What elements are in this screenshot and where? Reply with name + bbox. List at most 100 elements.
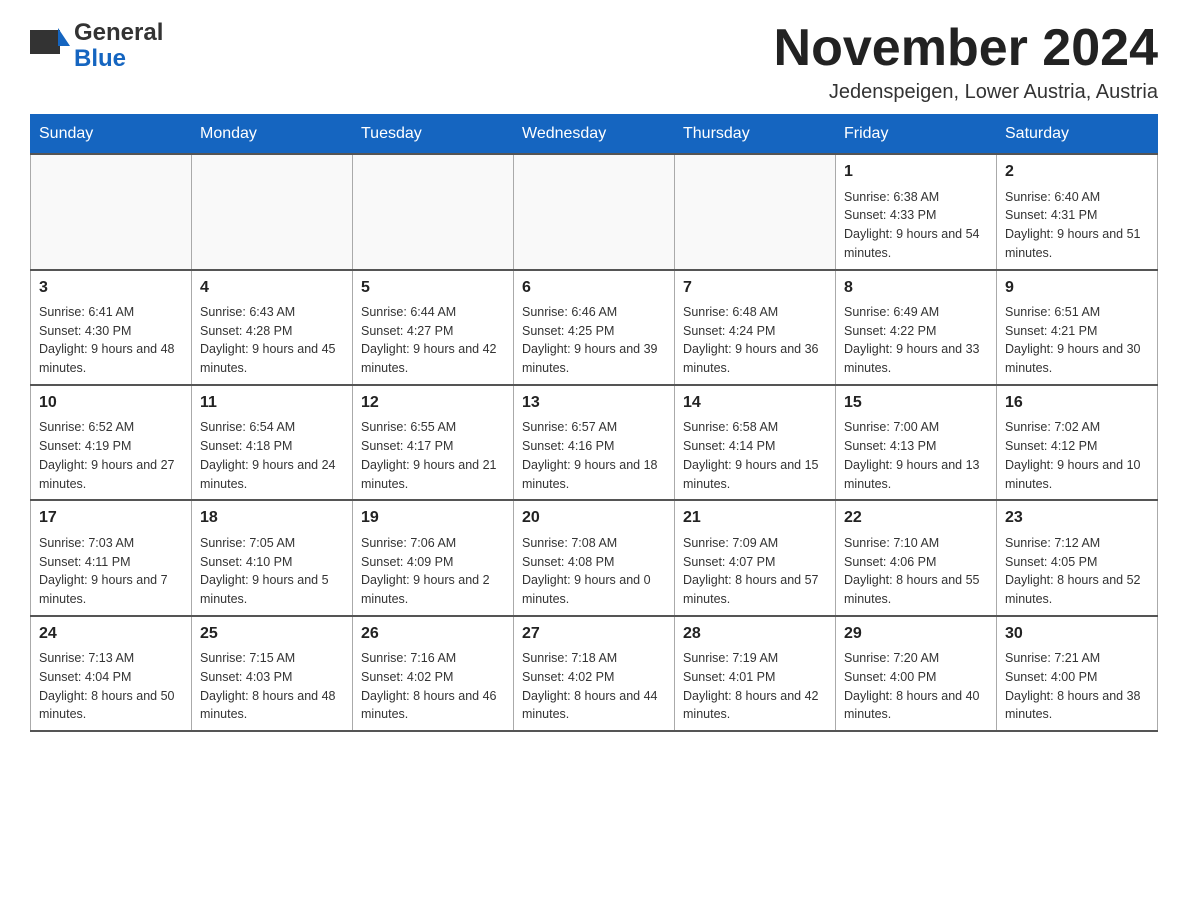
day-number: 19 (361, 507, 505, 529)
logo-general-text: General (74, 20, 163, 46)
day-info: Sunrise: 7:12 AM Sunset: 4:05 PM Dayligh… (1005, 534, 1149, 609)
calendar-cell: 5 Sunrise: 6:44 AM Sunset: 4:27 PM Daylig… (353, 270, 514, 385)
day-number: 5 (361, 277, 505, 299)
day-info: Sunrise: 7:10 AM Sunset: 4:06 PM Dayligh… (844, 534, 988, 609)
calendar-cell: 2 Sunrise: 6:40 AM Sunset: 4:31 PM Daylig… (997, 154, 1158, 269)
day-number: 8 (844, 277, 988, 299)
day-info: Sunrise: 7:19 AM Sunset: 4:01 PM Dayligh… (683, 649, 827, 724)
day-info: Sunrise: 7:18 AM Sunset: 4:02 PM Dayligh… (522, 649, 666, 724)
week-row-4: 17 Sunrise: 7:03 AM Sunset: 4:11 PM Dayli… (31, 500, 1158, 615)
calendar-cell (192, 154, 353, 269)
calendar-cell: 19 Sunrise: 7:06 AM Sunset: 4:09 PM Dayli… (353, 500, 514, 615)
day-number: 15 (844, 392, 988, 414)
weekday-header-thursday: Thursday (675, 115, 836, 155)
day-number: 6 (522, 277, 666, 299)
day-number: 17 (39, 507, 183, 529)
day-info: Sunrise: 6:38 AM Sunset: 4:33 PM Dayligh… (844, 188, 988, 263)
day-info: Sunrise: 6:54 AM Sunset: 4:18 PM Dayligh… (200, 418, 344, 493)
day-number: 14 (683, 392, 827, 414)
day-info: Sunrise: 6:51 AM Sunset: 4:21 PM Dayligh… (1005, 303, 1149, 378)
calendar-cell: 30 Sunrise: 7:21 AM Sunset: 4:00 PM Dayli… (997, 616, 1158, 731)
day-number: 23 (1005, 507, 1149, 529)
day-info: Sunrise: 7:13 AM Sunset: 4:04 PM Dayligh… (39, 649, 183, 724)
calendar-cell: 23 Sunrise: 7:12 AM Sunset: 4:05 PM Dayli… (997, 500, 1158, 615)
day-info: Sunrise: 7:09 AM Sunset: 4:07 PM Dayligh… (683, 534, 827, 609)
calendar-cell: 20 Sunrise: 7:08 AM Sunset: 4:08 PM Dayli… (514, 500, 675, 615)
day-info: Sunrise: 7:15 AM Sunset: 4:03 PM Dayligh… (200, 649, 344, 724)
day-number: 20 (522, 507, 666, 529)
weekday-header-friday: Friday (836, 115, 997, 155)
day-number: 3 (39, 277, 183, 299)
day-number: 9 (1005, 277, 1149, 299)
calendar-cell: 16 Sunrise: 7:02 AM Sunset: 4:12 PM Dayli… (997, 385, 1158, 500)
month-title: November 2024 (774, 20, 1158, 77)
day-info: Sunrise: 6:44 AM Sunset: 4:27 PM Dayligh… (361, 303, 505, 378)
day-number: 18 (200, 507, 344, 529)
calendar-cell: 29 Sunrise: 7:20 AM Sunset: 4:00 PM Dayli… (836, 616, 997, 731)
day-info: Sunrise: 6:55 AM Sunset: 4:17 PM Dayligh… (361, 418, 505, 493)
day-number: 22 (844, 507, 988, 529)
calendar-cell: 25 Sunrise: 7:15 AM Sunset: 4:03 PM Dayli… (192, 616, 353, 731)
day-info: Sunrise: 6:46 AM Sunset: 4:25 PM Dayligh… (522, 303, 666, 378)
day-number: 4 (200, 277, 344, 299)
week-row-3: 10 Sunrise: 6:52 AM Sunset: 4:19 PM Dayli… (31, 385, 1158, 500)
weekday-header-monday: Monday (192, 115, 353, 155)
calendar-cell: 27 Sunrise: 7:18 AM Sunset: 4:02 PM Dayli… (514, 616, 675, 731)
calendar-cell: 3 Sunrise: 6:41 AM Sunset: 4:30 PM Daylig… (31, 270, 192, 385)
calendar-cell: 24Sunrise: 7:13 AM Sunset: 4:04 PM Dayli… (31, 616, 192, 731)
day-info: Sunrise: 7:03 AM Sunset: 4:11 PM Dayligh… (39, 534, 183, 609)
day-info: Sunrise: 6:52 AM Sunset: 4:19 PM Dayligh… (39, 418, 183, 493)
day-number: 29 (844, 623, 988, 645)
day-info: Sunrise: 7:06 AM Sunset: 4:09 PM Dayligh… (361, 534, 505, 609)
day-number: 1 (844, 161, 988, 183)
day-number: 7 (683, 277, 827, 299)
day-number: 13 (522, 392, 666, 414)
calendar-cell: 15 Sunrise: 7:00 AM Sunset: 4:13 PM Dayli… (836, 385, 997, 500)
day-info: Sunrise: 7:05 AM Sunset: 4:10 PM Dayligh… (200, 534, 344, 609)
calendar-cell: 18 Sunrise: 7:05 AM Sunset: 4:10 PM Dayli… (192, 500, 353, 615)
day-number: 21 (683, 507, 827, 529)
week-row-5: 24Sunrise: 7:13 AM Sunset: 4:04 PM Dayli… (31, 616, 1158, 731)
calendar-cell: 21 Sunrise: 7:09 AM Sunset: 4:07 PM Dayli… (675, 500, 836, 615)
day-info: Sunrise: 6:57 AM Sunset: 4:16 PM Dayligh… (522, 418, 666, 493)
day-number: 2 (1005, 161, 1149, 183)
day-number: 27 (522, 623, 666, 645)
day-number: 16 (1005, 392, 1149, 414)
calendar-cell (675, 154, 836, 269)
calendar-cell: 11 Sunrise: 6:54 AM Sunset: 4:18 PM Dayli… (192, 385, 353, 500)
calendar-cell: 17 Sunrise: 7:03 AM Sunset: 4:11 PM Dayli… (31, 500, 192, 615)
header: General Blue November 2024 Jedenspeigen,… (30, 20, 1158, 104)
calendar-cell: 6 Sunrise: 6:46 AM Sunset: 4:25 PM Daylig… (514, 270, 675, 385)
location-title: Jedenspeigen, Lower Austria, Austria (774, 81, 1158, 104)
calendar-cell: 10 Sunrise: 6:52 AM Sunset: 4:19 PM Dayli… (31, 385, 192, 500)
day-info: Sunrise: 6:41 AM Sunset: 4:30 PM Dayligh… (39, 303, 183, 378)
calendar-cell (514, 154, 675, 269)
day-number: 30 (1005, 623, 1149, 645)
day-number: 28 (683, 623, 827, 645)
day-info: Sunrise: 6:49 AM Sunset: 4:22 PM Dayligh… (844, 303, 988, 378)
day-info: Sunrise: 6:43 AM Sunset: 4:28 PM Dayligh… (200, 303, 344, 378)
logo: General Blue (30, 20, 163, 73)
day-info: Sunrise: 7:20 AM Sunset: 4:00 PM Dayligh… (844, 649, 988, 724)
day-number: 26 (361, 623, 505, 645)
day-info: Sunrise: 7:08 AM Sunset: 4:08 PM Dayligh… (522, 534, 666, 609)
day-info: Sunrise: 7:02 AM Sunset: 4:12 PM Dayligh… (1005, 418, 1149, 493)
day-info: Sunrise: 6:40 AM Sunset: 4:31 PM Dayligh… (1005, 188, 1149, 263)
calendar-cell (31, 154, 192, 269)
day-number: 25 (200, 623, 344, 645)
day-info: Sunrise: 7:16 AM Sunset: 4:02 PM Dayligh… (361, 649, 505, 724)
day-info: Sunrise: 7:21 AM Sunset: 4:00 PM Dayligh… (1005, 649, 1149, 724)
day-number: 11 (200, 392, 344, 414)
day-number: 10 (39, 392, 183, 414)
weekday-header-saturday: Saturday (997, 115, 1158, 155)
calendar-cell: 7Sunrise: 6:48 AM Sunset: 4:24 PM Daylig… (675, 270, 836, 385)
calendar-cell: 13 Sunrise: 6:57 AM Sunset: 4:16 PM Dayli… (514, 385, 675, 500)
calendar-cell: 26 Sunrise: 7:16 AM Sunset: 4:02 PM Dayli… (353, 616, 514, 731)
calendar-cell: 28 Sunrise: 7:19 AM Sunset: 4:01 PM Dayli… (675, 616, 836, 731)
weekday-header-row: SundayMondayTuesdayWednesdayThursdayFrid… (31, 115, 1158, 155)
logo-blue-text: Blue (74, 46, 163, 72)
weekday-header-tuesday: Tuesday (353, 115, 514, 155)
calendar-cell: 4 Sunrise: 6:43 AM Sunset: 4:28 PM Daylig… (192, 270, 353, 385)
calendar-cell (353, 154, 514, 269)
day-info: Sunrise: 7:00 AM Sunset: 4:13 PM Dayligh… (844, 418, 988, 493)
